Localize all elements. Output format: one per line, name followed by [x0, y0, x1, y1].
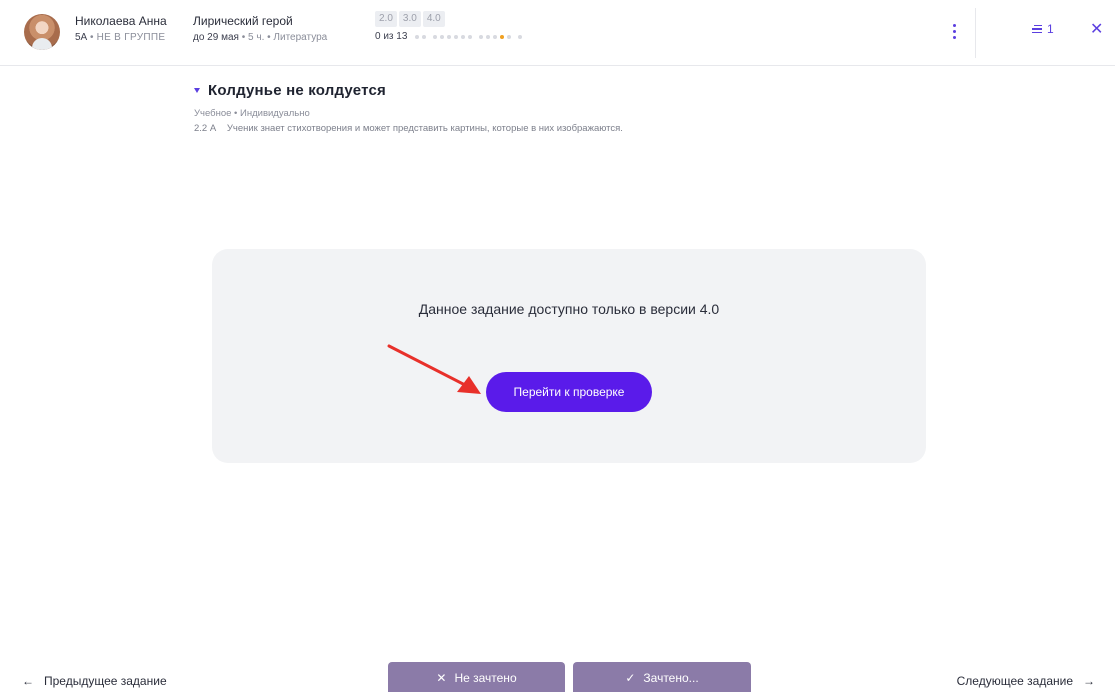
progress-dot	[468, 34, 473, 39]
task-description-text: Ученик знает стихотворения и может предс…	[226, 123, 623, 134]
top-bar: Николаева Анна 5А • НЕ В ГРУППЕ Лирическ…	[0, 0, 1115, 66]
version-badge: 2.0	[375, 11, 397, 27]
task-list-button[interactable]: 1	[1032, 22, 1054, 36]
collapse-caret-icon[interactable]	[194, 88, 200, 93]
not-passed-label: Не зачтено	[454, 671, 517, 685]
list-icon	[1032, 24, 1042, 34]
go-to-review-button[interactable]: Перейти к проверке	[486, 372, 652, 412]
topic-meta: до 29 мая • 5 ч. • Литература	[193, 31, 327, 45]
topic-title: Лирический герой	[193, 14, 293, 28]
progress-dot	[486, 34, 491, 39]
separator-dot: •	[267, 32, 271, 43]
progress-dot-current	[500, 34, 505, 39]
progress-dot	[479, 34, 484, 39]
progress-dot	[493, 34, 498, 39]
progress-dot	[422, 34, 427, 39]
task-title: Колдунье не колдуется	[208, 82, 386, 99]
topic-deadline: до 29 мая	[193, 32, 239, 43]
progress-dot	[518, 34, 523, 39]
close-icon[interactable]: ✕	[1090, 20, 1103, 40]
task-header: Колдунье не колдуется Учебное • Индивиду…	[194, 82, 623, 134]
progress-dot	[433, 34, 438, 39]
task-description: 2.2 А Ученик знает стихотворения и может…	[194, 123, 623, 134]
previous-task-label: Предыдущее задание	[44, 674, 167, 688]
passed-label: Зачтено...	[643, 671, 699, 685]
header-divider	[975, 8, 976, 58]
version-notice-panel: Данное задание доступно только в версии …	[212, 249, 926, 463]
task-title-row: Колдунье не колдуется	[194, 82, 623, 99]
progress-dot	[507, 34, 512, 39]
progress-dots	[415, 34, 523, 39]
passed-button[interactable]: ✓ Зачтено...	[573, 662, 751, 692]
progress-dot	[461, 34, 466, 39]
student-meta: 5А • НЕ В ГРУППЕ	[75, 31, 167, 45]
next-task-label: Следующее задание	[956, 674, 1073, 688]
previous-task-link[interactable]: ← Предыдущее задание	[22, 674, 167, 688]
student-group: НЕ В ГРУППЕ	[96, 32, 166, 43]
version-badge: 3.0	[398, 11, 421, 27]
task-type: Учебное • Индивидуально	[194, 108, 310, 119]
separator-dot: •	[241, 32, 246, 43]
student-name: Николаева Анна	[75, 14, 167, 28]
progress-dot	[447, 34, 452, 39]
version-notice-message: Данное задание доступно только в версии …	[418, 301, 720, 317]
next-task-link[interactable]: Следующее задание →	[957, 674, 1095, 688]
student-avatar	[24, 14, 60, 50]
check-icon: ✓	[625, 671, 636, 685]
version-badge: 4.0	[422, 11, 445, 27]
student-info: Николаева Анна 5А • НЕ В ГРУППЕ	[75, 13, 167, 45]
student-class: 5А	[75, 32, 88, 43]
list-count: 1	[1047, 22, 1054, 36]
separator-dot: •	[90, 32, 94, 43]
version-badges: 2.0 3.0 4.0	[375, 11, 445, 27]
progress-dot	[415, 34, 420, 39]
progress-dot	[440, 34, 445, 39]
not-passed-button[interactable]: ✕ Не зачтено	[388, 662, 565, 692]
progress-count: 0 из 13	[375, 31, 408, 42]
task-code: 2.2 А	[194, 123, 217, 134]
task-progress: 0 из 13	[375, 31, 523, 42]
topic-subject: Литература	[273, 32, 328, 43]
arrow-left-icon: ←	[22, 674, 34, 688]
topic-info: Лирический герой до 29 мая • 5 ч. • Лите…	[193, 13, 327, 45]
topic-hours: 5 ч.	[248, 32, 265, 43]
cross-icon: ✕	[436, 671, 447, 685]
kebab-menu-icon[interactable]	[946, 20, 962, 42]
arrow-right-icon: →	[1083, 674, 1095, 688]
annotation-arrow-icon	[387, 344, 481, 394]
progress-dot	[454, 34, 459, 39]
